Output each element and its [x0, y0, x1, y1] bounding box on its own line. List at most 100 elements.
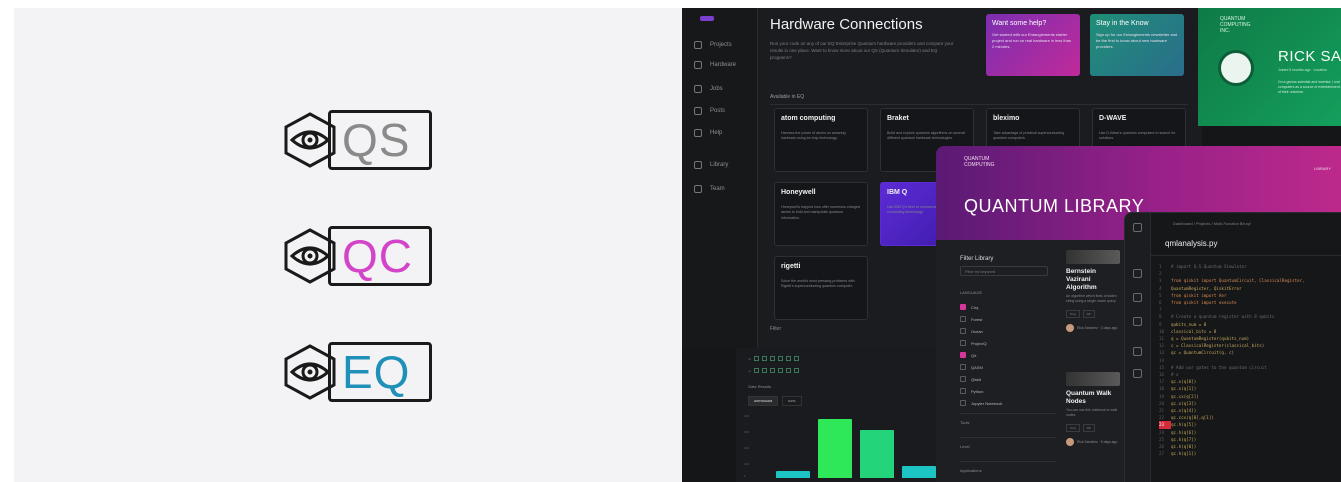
- language-checkbox[interactable]: Ocean: [960, 325, 1056, 337]
- sidebar-item-hardware[interactable]: Hardware: [694, 58, 736, 72]
- line-number[interactable]: 2: [1159, 270, 1171, 277]
- library-search-input[interactable]: Filter by keyword: [960, 266, 1048, 276]
- line-number[interactable]: 27: [1159, 450, 1171, 457]
- promo-card-help[interactable]: Want some help? Get started with our Ent…: [986, 14, 1080, 76]
- code-line: 15 # Add our gates to the quantum circuit: [1159, 364, 1341, 371]
- language-checkbox[interactable]: Forest: [960, 313, 1056, 325]
- sidebar-item-posts[interactable]: Posts: [694, 104, 725, 118]
- language-checkbox[interactable]: ProjectQ: [960, 337, 1056, 349]
- provider-card[interactable]: rigetti Solve the world's most pressing p…: [774, 256, 868, 320]
- code-text: qc.cx(q[2]): [1171, 393, 1199, 399]
- circuit-row: q1: [748, 368, 800, 373]
- code-line: 26 qc.h(q[0]): [1159, 443, 1341, 450]
- language-checkbox[interactable]: Q#: [960, 349, 1056, 361]
- breakpoint-line-number[interactable]: 23: [1159, 421, 1171, 429]
- checkbox[interactable]: [960, 400, 966, 406]
- line-number[interactable]: 24: [1159, 429, 1171, 436]
- globe-icon[interactable]: [1133, 317, 1142, 326]
- code-text: qc.h(q[5]): [1171, 422, 1197, 428]
- line-number[interactable]: 7: [1159, 306, 1171, 313]
- line-number[interactable]: 9: [1159, 321, 1171, 328]
- library-card[interactable]: Bernstein Vazirani Algorithm An algorith…: [1066, 250, 1120, 350]
- line-number[interactable]: 13: [1159, 349, 1171, 356]
- checkbox[interactable]: [960, 388, 966, 394]
- code-text: qc.x(q[3]): [1171, 400, 1197, 406]
- sidebar-item-help[interactable]: Help: [694, 126, 722, 140]
- language-checkbox[interactable]: Qiskit: [960, 373, 1056, 385]
- histogram-bar: [902, 466, 936, 478]
- section-label: Available in EQ: [770, 94, 805, 100]
- checkbox[interactable]: [960, 364, 966, 370]
- sidebar-item-projects[interactable]: Projects: [694, 38, 732, 52]
- line-number[interactable]: 6: [1159, 299, 1171, 306]
- checkbox[interactable]: [960, 352, 966, 358]
- line-number[interactable]: 11: [1159, 335, 1171, 342]
- gear-icon[interactable]: [1133, 269, 1142, 278]
- line-number[interactable]: 4: [1159, 285, 1171, 292]
- line-number[interactable]: 14: [1159, 357, 1171, 364]
- tab-histogram[interactable]: HISTOGRAM: [748, 396, 779, 406]
- line-number[interactable]: 26: [1159, 443, 1171, 450]
- code-line: 19 qc.cx(q[2]): [1159, 393, 1341, 400]
- checkbox[interactable]: [960, 340, 966, 346]
- tab-data[interactable]: DATA: [782, 396, 802, 406]
- promo-body: Get started with our Entanglements start…: [992, 32, 1072, 49]
- provider-card[interactable]: Honeywell Honeywell's trapped ions offer …: [774, 182, 868, 246]
- language-checkbox[interactable]: Jupyter Notebook: [960, 397, 1056, 409]
- code-text: qc.h(q[1]): [1171, 451, 1197, 457]
- line-number[interactable]: 16: [1159, 371, 1171, 378]
- line-number[interactable]: 21: [1159, 407, 1171, 414]
- filter-group-level[interactable]: Level: [960, 437, 1056, 457]
- provider-card[interactable]: atom computing Harness the power of atoms…: [774, 108, 868, 172]
- code-text: qc.h(q[7]): [1171, 436, 1197, 442]
- file-name[interactable]: qmlanalysis.py: [1165, 239, 1217, 248]
- results-histogram: [772, 414, 936, 478]
- chat-icon[interactable]: [1133, 347, 1142, 356]
- line-number[interactable]: 25: [1159, 436, 1171, 443]
- active-indicator: [700, 16, 714, 21]
- logo-icon: [1133, 223, 1142, 232]
- language-checkbox[interactable]: Cirq: [960, 301, 1056, 313]
- sidebar-item-jobs[interactable]: Jobs: [694, 82, 723, 96]
- promo-card-newsletter[interactable]: Stay in the Know Sign up for our Entangl…: [1090, 14, 1184, 76]
- line-number[interactable]: 3: [1159, 277, 1171, 284]
- nav-library-link[interactable]: LIBRARY: [1314, 166, 1331, 171]
- line-number[interactable]: 1: [1159, 263, 1171, 270]
- line-number[interactable]: 20: [1159, 400, 1171, 407]
- sidebar-item-library[interactable]: Library: [694, 158, 728, 172]
- filter-group-applications[interactable]: Applications: [960, 461, 1056, 481]
- card-author: Rick Sanchez · 5 days ago: [1066, 438, 1120, 446]
- code-line: 17 qc.x(q[0]): [1159, 378, 1341, 385]
- file-icon[interactable]: [1133, 293, 1142, 302]
- line-number[interactable]: 18: [1159, 385, 1171, 392]
- checkbox[interactable]: [960, 304, 966, 310]
- line-number[interactable]: 5: [1159, 292, 1171, 299]
- code-text: from qiskit import Aer: [1171, 292, 1227, 298]
- library-card[interactable]: Quantum Walk Nodes You can use this note…: [1066, 372, 1120, 472]
- library-icon: [694, 161, 702, 169]
- posts-icon: [694, 107, 702, 115]
- sidebar-item-team[interactable]: Team: [694, 182, 725, 196]
- line-number[interactable]: 17: [1159, 378, 1171, 385]
- line-number[interactable]: 10: [1159, 328, 1171, 335]
- code-text: c = ClassicalRegister(classical_bits): [1171, 343, 1265, 349]
- line-number[interactable]: 19: [1159, 393, 1171, 400]
- code-text: qc.h(q[0]): [1171, 444, 1197, 450]
- list-icon[interactable]: [1133, 369, 1142, 378]
- line-number[interactable]: 22: [1159, 414, 1171, 421]
- promo-heading: Want some help?: [992, 20, 1047, 27]
- language-checkbox[interactable]: Python: [960, 385, 1056, 397]
- line-number[interactable]: 8: [1159, 313, 1171, 320]
- code-area[interactable]: 1 # import Q.S.Quantum Simulator 2 3 from qi…: [1159, 263, 1341, 457]
- code-line: 24 qc.h(q[6]): [1159, 429, 1341, 436]
- code-text: # Add our gates to the quantum circuit: [1171, 364, 1267, 370]
- checkbox[interactable]: [960, 376, 966, 382]
- qc-logo: QC: [282, 224, 434, 288]
- language-checkbox[interactable]: QASM: [960, 361, 1056, 373]
- line-number[interactable]: 12: [1159, 342, 1171, 349]
- breadcrumb[interactable]: Dashboard / Projects / Multi-Function Bi…: [1173, 221, 1251, 226]
- filter-group-tools[interactable]: Tools: [960, 413, 1056, 433]
- checkbox[interactable]: [960, 316, 966, 322]
- checkbox[interactable]: [960, 328, 966, 334]
- line-number[interactable]: 15: [1159, 364, 1171, 371]
